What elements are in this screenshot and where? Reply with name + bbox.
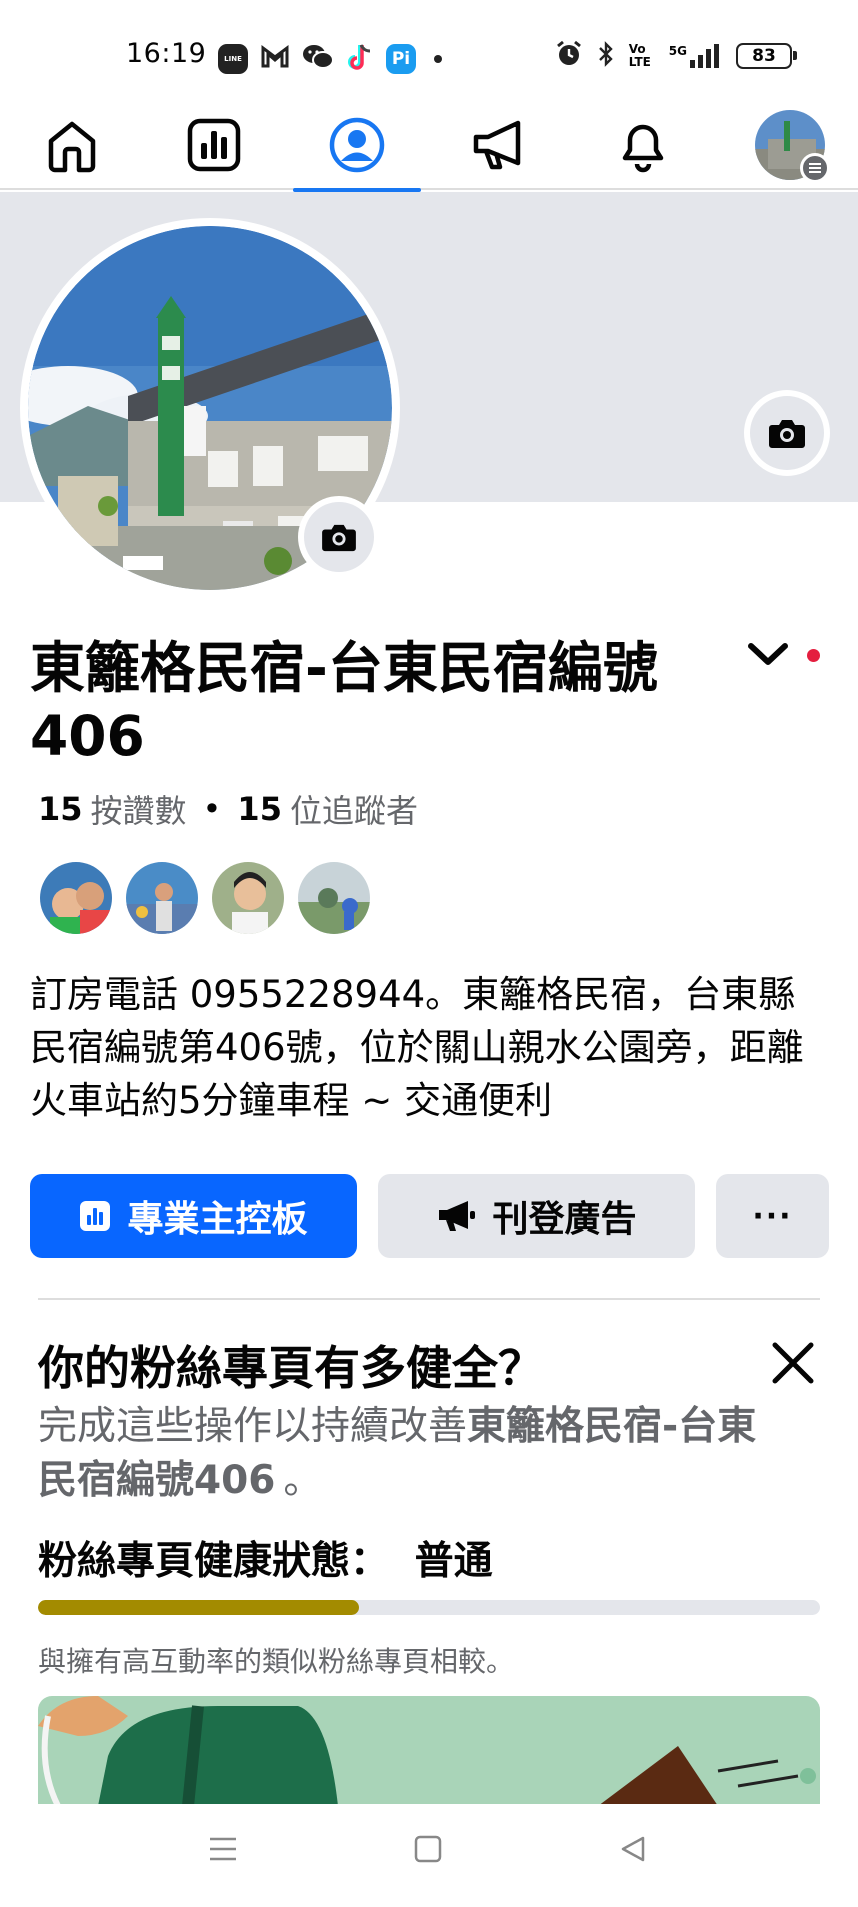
followers-count: 15	[237, 790, 282, 828]
likes-label: 按讚數	[90, 792, 187, 830]
advertise-button[interactable]: 刊登廣告	[378, 1174, 695, 1258]
bell-icon	[622, 124, 664, 173]
alarm-icon	[555, 40, 583, 72]
tab-notifications[interactable]	[593, 100, 693, 190]
page-title: 東籬格民宿-台東民宿編號406	[30, 636, 658, 768]
avatar	[754, 109, 830, 183]
system-indicators: Vo LTE 5G 83	[555, 40, 797, 72]
tab-ads[interactable]	[450, 100, 550, 190]
back-triangle-icon	[621, 1836, 645, 1862]
health-subtitle-prefix: 完成這些操作以持續改善	[38, 1404, 468, 1449]
system-navigation-bar	[0, 1804, 858, 1907]
section-divider	[38, 1298, 820, 1300]
volte-icon: Vo LTE	[628, 42, 651, 69]
more-icon: ···	[752, 1198, 793, 1234]
avatar[interactable]	[124, 860, 200, 936]
network-type-label: 5G	[668, 44, 687, 58]
professional-dashboard-button[interactable]: 專業主控板	[30, 1174, 357, 1258]
top-nav-bar	[0, 100, 858, 192]
chevron-down-icon[interactable]	[746, 640, 790, 674]
home-button[interactable]	[413, 1834, 443, 1868]
square-icon	[414, 1835, 442, 1863]
bluetooth-icon	[597, 40, 615, 72]
more-notifications-dot	[434, 55, 442, 63]
health-progress-bar	[38, 1600, 820, 1615]
notification-dot	[807, 649, 820, 662]
status-time: 16:19	[126, 38, 207, 69]
tab-profile[interactable]	[293, 100, 421, 192]
back-button[interactable]	[618, 1834, 648, 1868]
dashboard-button-label: 專業主控板	[127, 1199, 308, 1240]
health-subtitle-suffix: 。	[283, 1458, 323, 1503]
stats-separator: •	[202, 790, 222, 828]
followers-label: 位追蹤者	[289, 792, 418, 830]
home-icon	[48, 121, 96, 173]
health-status-label: 粉絲專頁健康狀態：	[38, 1539, 390, 1584]
profile-icon	[329, 117, 385, 173]
tab-dashboard[interactable]	[164, 100, 264, 190]
likes-count: 15	[38, 790, 83, 828]
health-card-title: 你的粉絲專頁有多健全？	[38, 1341, 544, 1395]
notification-icons: LINE Pi	[218, 42, 442, 76]
line-label: LINE	[224, 55, 242, 63]
recent-apps-button[interactable]	[208, 1834, 238, 1868]
follower-avatars[interactable]	[38, 860, 372, 936]
page-stats[interactable]: 15 按讚數 • 15 位追蹤者	[38, 786, 418, 832]
avatar[interactable]	[38, 860, 114, 936]
signal-icon: 5G	[669, 44, 722, 68]
avatar[interactable]	[210, 860, 286, 936]
close-icon[interactable]	[770, 1340, 816, 1390]
edit-cover-button[interactable]	[744, 390, 830, 476]
tab-account[interactable]	[740, 100, 840, 190]
tiktok-icon	[346, 42, 374, 76]
health-status-value: 普通	[414, 1539, 493, 1584]
megaphone-icon	[439, 1201, 476, 1231]
edit-profile-picture-button[interactable]	[298, 496, 380, 578]
avatar[interactable]	[296, 860, 372, 936]
health-card-subtitle: 完成這些操作以持續改善東籬格民宿-台東民宿編號406。	[38, 1400, 758, 1508]
camera-icon	[769, 420, 805, 448]
camera-icon	[322, 524, 356, 552]
menu-icon	[210, 1837, 236, 1861]
megaphone-icon	[473, 120, 521, 170]
health-progress-fill	[38, 1600, 359, 1615]
status-bar: 16:19 LINE Pi Vo LTE 5G 83	[0, 0, 858, 100]
menu-icon	[809, 163, 821, 173]
pi-icon: Pi	[386, 44, 416, 74]
line-icon: LINE	[218, 44, 248, 74]
advertise-button-label: 刊登廣告	[492, 1199, 637, 1240]
health-comparison-note: 與擁有高互動率的類似粉絲專頁相較。	[38, 1645, 515, 1678]
wechat-icon	[302, 43, 334, 75]
dashboard-icon	[187, 118, 241, 172]
facebook-page-screen: 16:19 LINE Pi Vo LTE 5G 83 東籬格民宿-台東民宿編號4…	[0, 0, 858, 1907]
battery-indicator: 83	[736, 43, 797, 69]
tab-home[interactable]	[22, 100, 122, 190]
more-options-button[interactable]: ···	[716, 1174, 829, 1258]
health-illustration	[38, 1696, 820, 1806]
gmail-icon	[260, 44, 290, 74]
account-menu-badge	[800, 153, 830, 183]
dashboard-icon	[80, 1201, 111, 1231]
health-status: 粉絲專頁健康狀態： 普通	[38, 1530, 493, 1586]
pi-label: Pi	[391, 49, 411, 69]
page-bio: 訂房電話 0955228944。東籬格民宿，台東縣民宿編號第406號，位於關山親…	[30, 973, 804, 1122]
